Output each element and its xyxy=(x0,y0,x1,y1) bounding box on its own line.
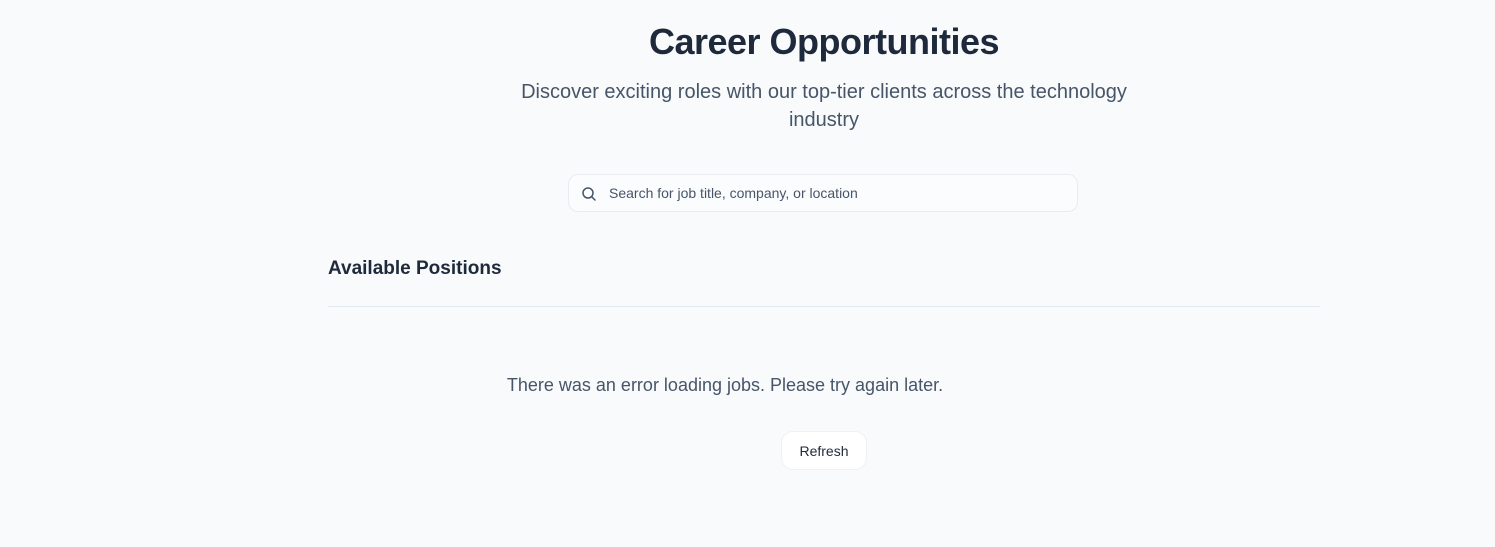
error-message: There was an error loading jobs. Please … xyxy=(506,375,944,395)
search-box[interactable] xyxy=(568,174,1078,212)
section-title-available-positions: Available Positions xyxy=(328,258,502,279)
page-subtitle: Discover exciting roles with our top-tie… xyxy=(521,81,1127,131)
search-input[interactable] xyxy=(609,175,1069,211)
refresh-button[interactable]: Refresh xyxy=(781,431,867,470)
section-divider xyxy=(328,306,1320,307)
search-icon xyxy=(581,186,597,202)
page-title: Career Opportunities xyxy=(648,21,1000,62)
